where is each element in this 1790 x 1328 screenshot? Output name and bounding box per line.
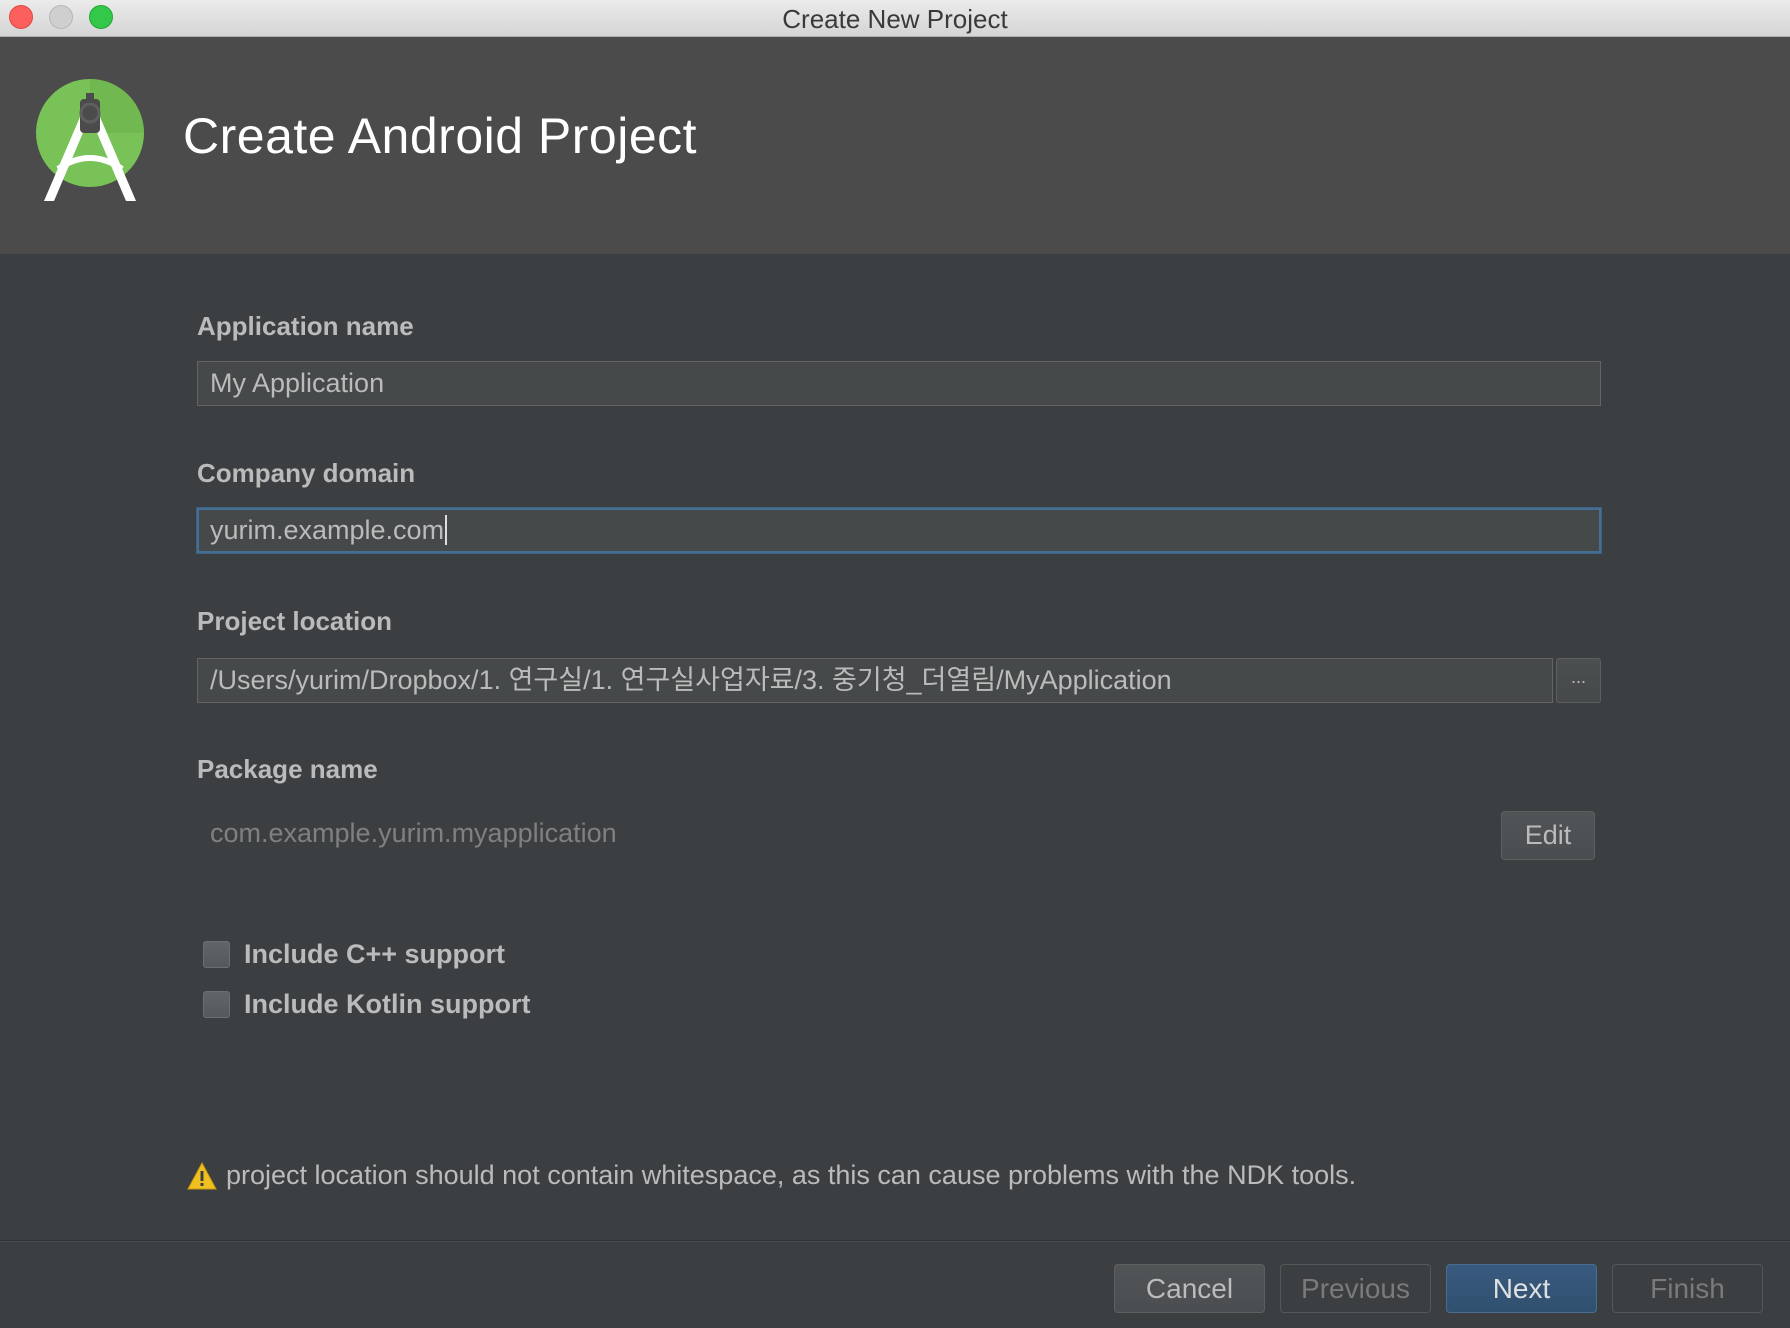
previous-button[interactable]: Previous <box>1280 1264 1431 1313</box>
company-domain-input[interactable]: yurim.example.com <box>197 508 1601 553</box>
edit-package-button[interactable]: Edit <box>1501 811 1595 860</box>
company-domain-value: yurim.example.com <box>210 515 445 545</box>
include-kotlin-checkbox[interactable] <box>203 991 230 1018</box>
package-name-label: Package name <box>197 754 378 784</box>
next-button[interactable]: Next <box>1446 1264 1597 1313</box>
finish-button[interactable]: Finish <box>1612 1264 1763 1313</box>
footer-divider-highlight <box>0 1241 1790 1242</box>
package-name-value: com.example.yurim.myapplication <box>210 818 617 848</box>
include-cpp-checkbox[interactable] <box>203 941 230 968</box>
company-domain-label: Company domain <box>197 458 416 488</box>
include-kotlin-label[interactable]: Include Kotlin support <box>244 989 530 1020</box>
page-title: Create Android Project <box>183 108 698 164</box>
text-cursor <box>445 514 448 545</box>
warning-text: project location should not contain whit… <box>226 1160 1357 1190</box>
warning-icon <box>187 1162 217 1190</box>
dialog-header: Create Android Project <box>0 37 1790 254</box>
android-studio-logo-icon <box>36 79 144 201</box>
browse-location-button[interactable]: ... <box>1556 658 1601 703</box>
cancel-button[interactable]: Cancel <box>1114 1264 1265 1313</box>
window-titlebar: Create New Project <box>0 0 1790 37</box>
project-location-label: Project location <box>197 606 393 636</box>
include-cpp-label[interactable]: Include C++ support <box>244 939 505 970</box>
window-title: Create New Project <box>782 4 1008 34</box>
application-name-input[interactable]: My Application <box>197 361 1601 406</box>
application-name-label: Application name <box>197 311 414 341</box>
project-location-input[interactable]: /Users/yurim/Dropbox/1. 연구실/1. 연구실사업자료/3… <box>197 658 1553 703</box>
